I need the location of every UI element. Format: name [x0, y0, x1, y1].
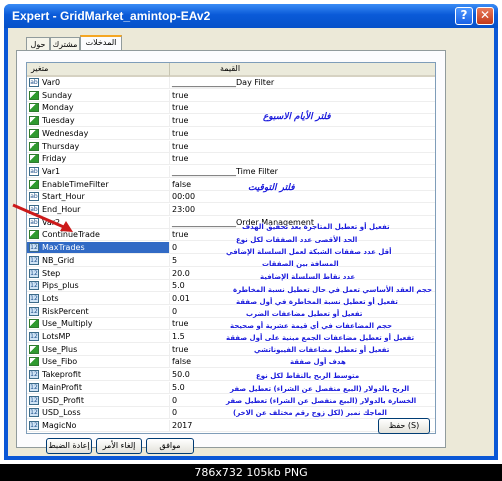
red-arrow-icon: [12, 203, 73, 232]
image-caption: 786x732 105kb PNG: [0, 464, 502, 481]
